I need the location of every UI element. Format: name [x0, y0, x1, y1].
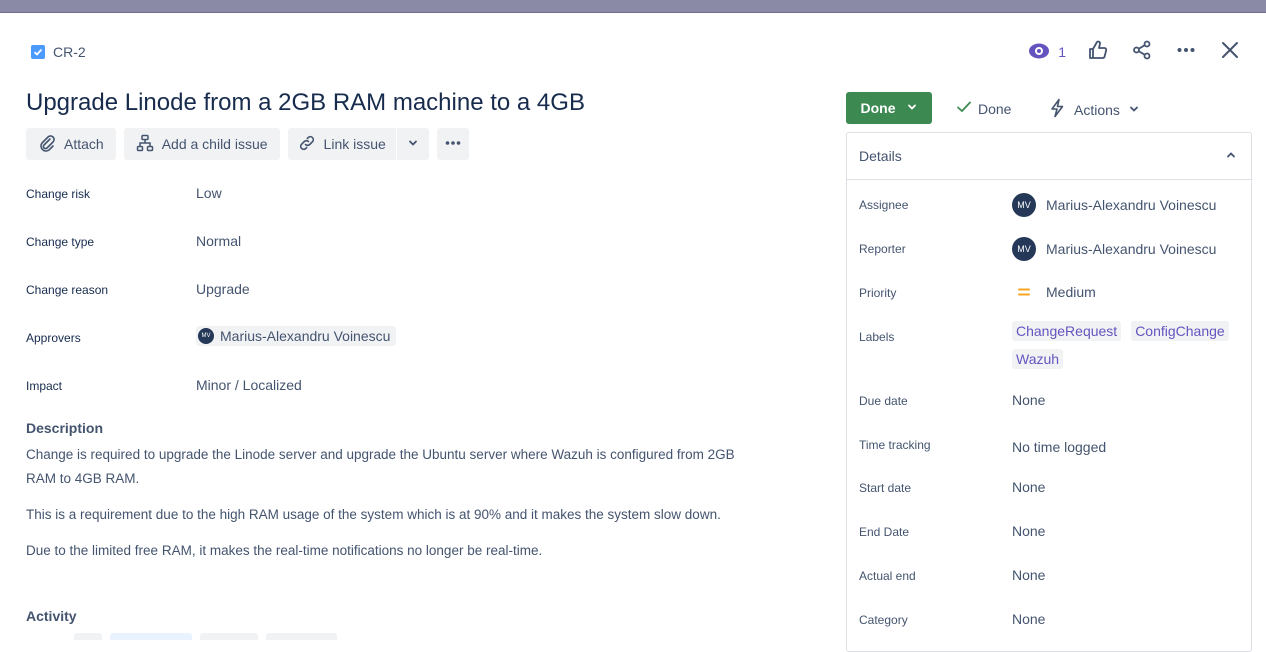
vote-button[interactable] [1086, 38, 1110, 66]
approvers-label: Approvers [26, 331, 81, 345]
hierarchy-icon [136, 134, 154, 155]
description-paragraph[interactable]: Due to the limited free RAM, it makes th… [26, 539, 736, 563]
activity-tab[interactable] [200, 633, 258, 640]
description-heading: Description [26, 420, 104, 436]
activity-tab[interactable] [266, 633, 337, 640]
avatar: MV [198, 328, 214, 344]
time-tracking-label: Time tracking [859, 438, 931, 452]
assignee-value[interactable]: MV Marius-Alexandru Voinescu [1012, 193, 1216, 217]
watch-button[interactable]: 1 [1028, 42, 1066, 63]
more-horizontal-icon [1176, 40, 1196, 65]
issue-header-actions: 1 [1028, 38, 1242, 66]
due-date-label: Due date [859, 394, 908, 408]
actual-end-value[interactable]: None [1012, 567, 1045, 583]
attach-label: Attach [64, 136, 104, 152]
impact-label: Impact [26, 379, 63, 393]
change-type-label: Change type [26, 235, 95, 249]
priority-text: Medium [1046, 284, 1096, 300]
issue-key[interactable]: CR-2 [53, 44, 86, 60]
close-button[interactable] [1218, 38, 1242, 66]
activity-heading: Activity [26, 608, 77, 624]
status-transition-button[interactable]: Done [846, 92, 932, 124]
avatar: MV [1012, 193, 1036, 217]
thumbs-up-icon [1088, 40, 1108, 65]
change-risk-value[interactable]: Low [196, 185, 222, 201]
reporter-value[interactable]: MV Marius-Alexandru Voinescu [1012, 237, 1216, 261]
change-reason-label: Change reason [26, 283, 109, 297]
paperclip-icon [38, 134, 56, 155]
label-chip[interactable]: ChangeRequest [1012, 321, 1122, 341]
change-type-value[interactable]: Normal [196, 233, 241, 249]
checkmark-icon [956, 99, 972, 118]
details-heading: Details [859, 148, 902, 164]
more-horizontal-icon [444, 134, 462, 155]
change-reason-value[interactable]: Upgrade [196, 281, 250, 297]
link-issue-split-button: Link issue [287, 128, 429, 160]
link-issue-label: Link issue [323, 136, 386, 152]
details-panel-header[interactable]: Details [847, 133, 1251, 180]
chevron-up-icon[interactable] [1225, 148, 1237, 164]
impact-value[interactable]: Minor / Localized [196, 377, 302, 393]
share-button[interactable] [1130, 38, 1154, 66]
issue-title[interactable]: Upgrade Linode from a 2GB RAM machine to… [26, 89, 585, 117]
app-top-bar [0, 0, 1266, 13]
actions-menu-button[interactable]: Actions [1048, 98, 1140, 121]
end-date-label: End Date [859, 525, 910, 539]
add-child-label: Add a child issue [161, 136, 268, 152]
issue-type-checkbox-icon [31, 45, 45, 59]
approver-chip[interactable]: MV Marius-Alexandru Voinescu [196, 326, 397, 346]
labels-label: Labels [859, 330, 895, 344]
approvers-value[interactable]: MV Marius-Alexandru Voinescu [196, 326, 397, 346]
due-date-value[interactable]: None [1012, 392, 1045, 408]
link-icon [298, 134, 316, 155]
label-chip[interactable]: Wazuh [1012, 349, 1064, 369]
approver-name: Marius-Alexandru Voinescu [220, 328, 391, 344]
actions-label: Actions [1074, 101, 1120, 118]
start-date-value[interactable]: None [1012, 479, 1045, 495]
resolution-indicator: Done [956, 99, 1011, 118]
labels-value[interactable]: ChangeRequest ConfigChange Wazuh [1012, 321, 1242, 369]
lightning-icon [1048, 98, 1066, 121]
activity-tab[interactable] [110, 633, 192, 640]
assignee-label: Assignee [859, 198, 909, 212]
assignee-name: Marius-Alexandru Voinescu [1046, 197, 1217, 213]
reporter-name: Marius-Alexandru Voinescu [1046, 241, 1217, 257]
category-value[interactable]: None [1012, 611, 1045, 627]
chevron-down-icon [906, 100, 918, 116]
more-options-button[interactable] [1174, 38, 1198, 66]
activity-tab[interactable] [74, 633, 102, 640]
eye-icon [1028, 42, 1050, 63]
reporter-label: Reporter [859, 242, 906, 256]
priority-medium-icon [1012, 286, 1036, 298]
chevron-down-icon [407, 136, 419, 152]
link-issue-dropdown-button[interactable] [397, 128, 429, 160]
priority-value[interactable]: Medium [1012, 284, 1096, 300]
link-issue-button[interactable]: Link issue [288, 128, 396, 160]
attach-button[interactable]: Attach [26, 128, 116, 160]
description-paragraph[interactable]: Change is required to upgrade the Linode… [26, 443, 736, 491]
label-chip[interactable]: ConfigChange [1131, 321, 1229, 341]
status-label: Done [860, 100, 896, 116]
change-risk-label: Change risk [26, 187, 91, 201]
end-date-value[interactable]: None [1012, 523, 1045, 539]
resolution-label: Done [978, 100, 1012, 117]
close-icon [1220, 40, 1240, 65]
avatar: MV [1012, 237, 1036, 261]
time-tracking-value[interactable]: No time logged [1012, 439, 1106, 455]
issue-toolbar: Attach Add a child issue Link issue [26, 128, 469, 160]
watchers-count: 1 [1058, 44, 1066, 60]
start-date-label: Start date [859, 481, 912, 495]
chevron-down-icon [1128, 102, 1140, 118]
description-paragraph[interactable]: This is a requirement due to the high RA… [26, 503, 736, 527]
add-child-issue-button[interactable]: Add a child issue [123, 128, 280, 160]
category-label: Category [859, 613, 908, 627]
share-icon [1132, 40, 1152, 65]
priority-label: Priority [859, 286, 897, 300]
actual-end-label: Actual end [859, 569, 916, 583]
issue-key-breadcrumb[interactable]: CR-2 [31, 44, 86, 60]
more-actions-button[interactable] [436, 128, 469, 160]
